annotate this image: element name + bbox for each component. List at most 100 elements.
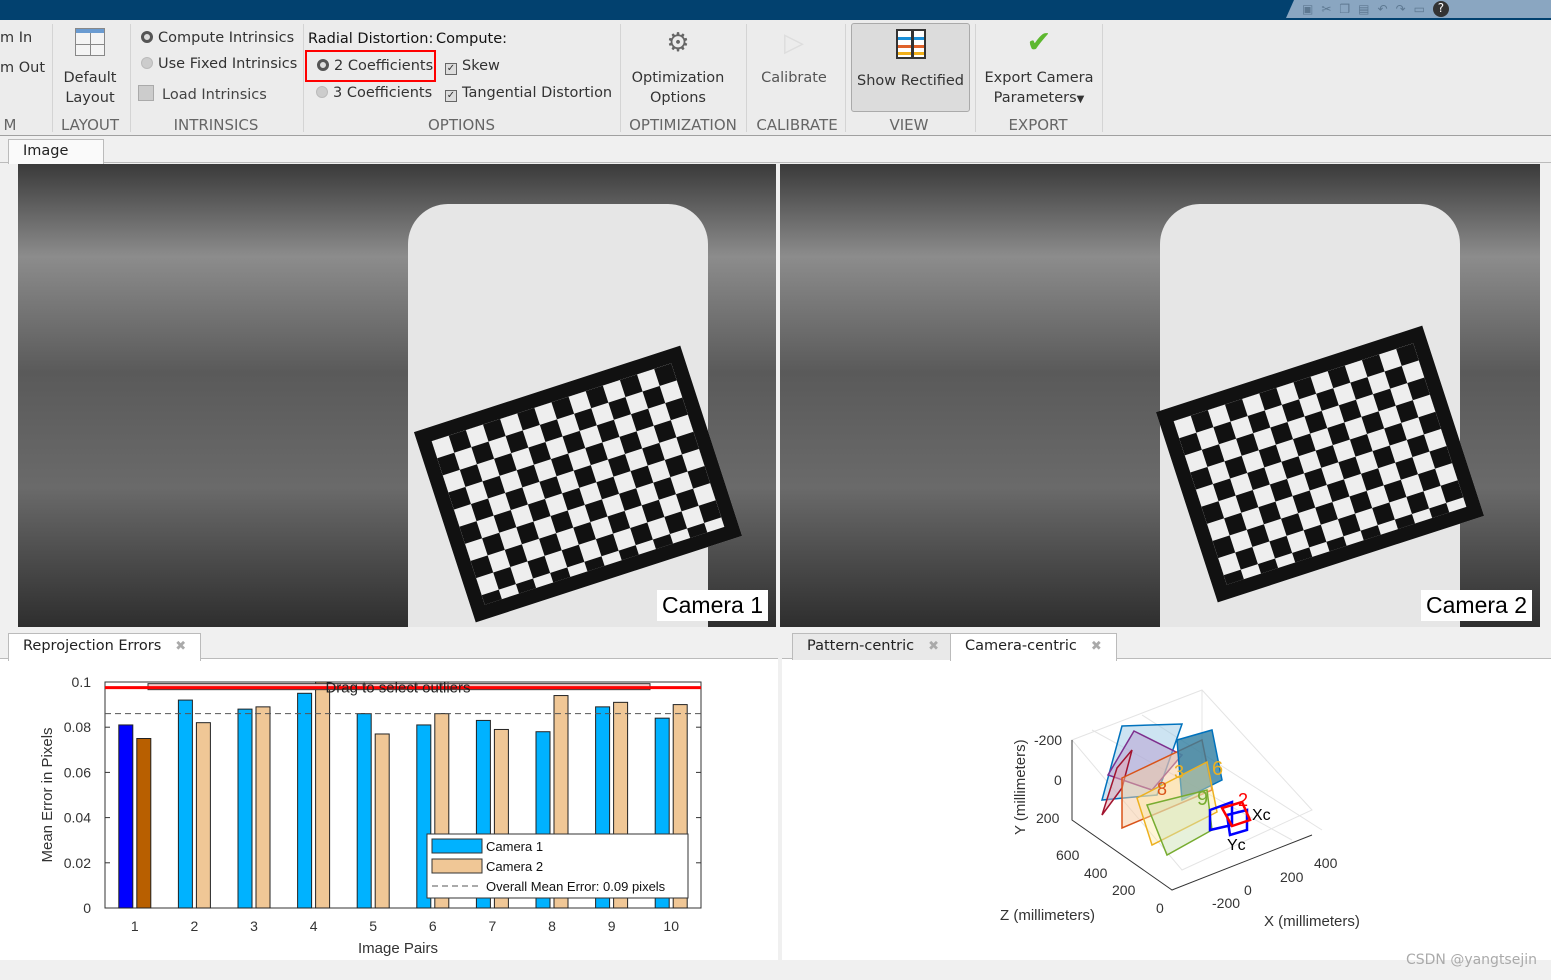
y-tick-label: 0.04: [64, 810, 91, 826]
optimization-options-button[interactable]: ⚙ Optimization Options: [624, 28, 732, 108]
show-rectified-label: Show Rectified: [856, 73, 965, 89]
load-icon: [138, 85, 154, 101]
z-axis-label: Z (millimeters): [1000, 907, 1095, 924]
compute-intrinsics-radio[interactable]: Compute Intrinsics: [141, 30, 294, 46]
legend-swatch: [431, 858, 483, 874]
calibrate-section-label: CALIBRATE: [756, 116, 838, 134]
copy-icon[interactable]: ❐: [1339, 2, 1350, 16]
y-tick-label: 0.08: [64, 719, 91, 735]
compute-label: Compute:: [436, 31, 508, 47]
y-tick: -200: [1034, 732, 1062, 748]
three-coefficients-label: 3 Coefficients: [333, 85, 433, 101]
default-layout-label: Default Layout: [63, 70, 117, 106]
tangential-distortion-label: Tangential Distortion: [462, 85, 613, 101]
layout-icon: [75, 28, 105, 56]
x-axis-label: X (millimeters): [1264, 913, 1360, 930]
save-icon[interactable]: ▣: [1302, 2, 1313, 16]
bar-camera-2: [374, 733, 390, 909]
x-tick-label: 5: [369, 918, 377, 934]
bar-camera-1: [297, 692, 313, 909]
cut-icon[interactable]: ✂: [1321, 2, 1331, 16]
two-coefficients-radio[interactable]: 2 Coefficients: [305, 50, 436, 82]
radio-icon: [141, 57, 153, 69]
options-section-label: OPTIONS: [428, 116, 495, 134]
x-tick-label: 10: [663, 918, 679, 934]
radio-icon: [316, 86, 328, 98]
compute-intrinsics-label: Compute Intrinsics: [158, 30, 295, 46]
y-axis-label: Mean Error in Pixels: [39, 727, 56, 862]
radial-distortion-label: Radial Distortion:: [308, 31, 434, 47]
window-icon[interactable]: ▭: [1414, 2, 1425, 16]
default-layout-button[interactable]: Default Layout: [56, 26, 124, 108]
tab-image[interactable]: Image: [8, 139, 104, 164]
title-bar: ▣ ✂ ❐ ▤ ↶ ↷ ▭?: [0, 0, 1551, 20]
bar-camera-2: [315, 681, 331, 909]
dropdown-arrow-icon: ▼: [1076, 94, 1085, 105]
tangential-distortion-checkbox[interactable]: ✓ Tangential Distortion: [445, 85, 612, 102]
toolstrip: m In m Out M Default Layout LAYOUT Compu…: [0, 20, 1551, 136]
pattern-label: 9: [1197, 788, 1208, 810]
bar-camera-2: [136, 738, 152, 909]
help-icon[interactable]: ?: [1432, 1, 1449, 17]
checkbox-checked-icon: ✓: [445, 90, 457, 102]
calibration-patterns: 6 9 3 8: [1100, 723, 1223, 857]
x-tick-label: 3: [250, 918, 258, 934]
pattern-label: 6: [1212, 758, 1223, 780]
redo-icon[interactable]: ↷: [1396, 2, 1406, 16]
z-tick: 400: [1084, 865, 1108, 881]
gear-icon: ⚙: [666, 28, 690, 58]
camera-1-image: Camera 1: [18, 164, 776, 627]
camera-1-label: Camera 1: [657, 590, 768, 621]
x-tick-label: 9: [608, 918, 616, 934]
use-fixed-intrinsics-label: Use Fixed Intrinsics: [158, 56, 298, 72]
x-tick-label: 7: [489, 918, 497, 934]
show-rectified-button[interactable]: Show Rectified: [851, 23, 970, 112]
undo-icon[interactable]: ↶: [1378, 2, 1388, 16]
export-label-line1: Export Camera: [984, 70, 1094, 86]
camera-axis-label: Xc: [1252, 807, 1271, 824]
three-coefficients-radio[interactable]: 3 Coefficients: [316, 85, 432, 101]
calibrate-label: Calibrate: [761, 70, 827, 86]
intrinsics-section-label: INTRINSICS: [173, 116, 259, 134]
y-tick-label: 0.1: [72, 674, 92, 690]
zoom-in-button[interactable]: m In: [0, 30, 32, 46]
extrinsics-panel: Pattern-centric ✖ Camera-centric ✖ 6 9 3 8…: [782, 630, 1551, 960]
checkmark-icon: ✔: [1026, 25, 1052, 60]
checkbox-checked-icon: ✓: [445, 63, 457, 75]
skew-checkbox[interactable]: ✓ Skew: [445, 58, 500, 75]
x-tick-label: 8: [548, 918, 556, 934]
paste-icon[interactable]: ▤: [1358, 2, 1369, 16]
y-tick-label: 0: [83, 900, 91, 916]
optimization-options-label: Optimization Options: [631, 70, 725, 106]
bar-camera-1: [356, 713, 372, 909]
zoom-section-label: M: [3, 116, 17, 134]
use-fixed-intrinsics-radio[interactable]: Use Fixed Intrinsics: [141, 56, 297, 72]
bar-camera-2: [195, 722, 211, 909]
camera-2-image: Camera 2: [780, 164, 1540, 627]
y-tick: 0: [1054, 772, 1062, 788]
export-camera-parameters-button[interactable]: ✔ Export Camera Parameters▼: [978, 28, 1100, 110]
bar-camera-2: [255, 706, 271, 909]
pattern-label: 3: [1174, 762, 1184, 782]
y-tick-label: 0.02: [64, 855, 91, 871]
x-tick-label: 4: [310, 918, 318, 934]
threshold-label: Drag to select outliers: [325, 680, 470, 697]
extrinsics-3d-plot: 6 9 3 8 2 Xc Yc -200 0 200 600 400 200 0…: [1000, 689, 1360, 930]
x-tick: 400: [1314, 855, 1338, 871]
legend-label: Overall Mean Error: 0.09 pixels: [486, 879, 666, 894]
reprojection-errors-panel: Reprojection Errors ✖ 0 0.02 0.04 0.06 0.08 0.…: [0, 630, 778, 960]
pattern-label: 8: [1157, 779, 1167, 799]
reprojection-bar-chart: 0 0.02 0.04 0.06 0.08 0.1 1 2 3 4 5 6 7 8 9 10 Drag to s…: [39, 674, 702, 957]
x-tick-label: 2: [191, 918, 199, 934]
load-intrinsics-button[interactable]: Load Intrinsics: [138, 85, 267, 103]
zoom-out-button[interactable]: m Out: [0, 60, 45, 76]
y-tick-label: 0.06: [64, 764, 91, 780]
camera-2-label: Camera 2: [1421, 590, 1532, 621]
play-icon: ▷: [784, 28, 804, 58]
export-section-label: EXPORT: [1008, 116, 1068, 134]
rectified-icon: [895, 29, 926, 59]
bar-camera-1: [177, 699, 193, 909]
y-tick: 200: [1036, 810, 1060, 826]
status-bar: [0, 960, 1551, 980]
calibrate-button[interactable]: ▷ Calibrate: [752, 28, 836, 88]
